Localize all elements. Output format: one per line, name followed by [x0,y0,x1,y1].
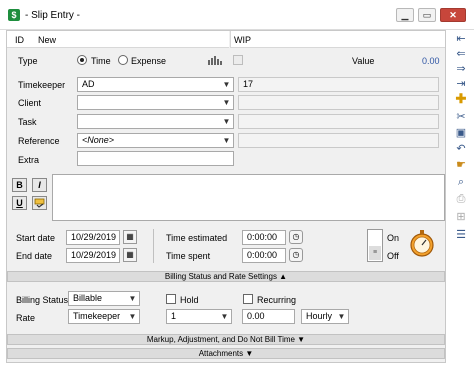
italic-button[interactable]: I [32,178,47,192]
undo-icon[interactable]: ↶ [454,142,468,156]
client-label: Client [18,98,42,108]
cut-icon[interactable]: ✂ [454,110,468,124]
timekeeper-value: AD [82,79,95,89]
billing-section-header[interactable]: Billing Status and Rate Settings ▲ [7,271,445,282]
type-expense-label: Expense [131,56,167,66]
chevron-down-icon[interactable]: ▼ [220,78,233,91]
previous-record-icon[interactable]: ⇐ [454,47,468,61]
chevron-down-icon[interactable]: ▼ [335,310,348,323]
rate-amount-input[interactable]: 0.00 [242,309,295,324]
app-icon: $ [8,9,20,21]
reference-select[interactable]: <None> [77,133,234,148]
spellcheck-icon[interactable] [32,196,47,210]
add-icon[interactable]: ✚ [454,92,468,106]
timekeeper-name-field: 17 [238,77,439,92]
reference-name-field [238,133,439,148]
wip-checkbox[interactable] [233,55,243,65]
billing-status-value: Billable [73,293,103,303]
calendar-icon[interactable]: ▦ [123,230,137,244]
attachment-icon[interactable]: ⊞ [454,210,468,224]
attachments-section-header[interactable]: Attachments ▼ [7,348,445,359]
divider [153,229,154,263]
save-icon[interactable]: ▣ [454,126,468,140]
start-date-input[interactable]: 10/29/2019 [66,230,120,245]
rate-source-value: Timekeeper [73,311,121,321]
calculator-icon[interactable] [208,56,222,65]
time-spent-label: Time spent [166,251,211,261]
clock-icon[interactable]: ◷ [289,248,303,262]
task-name-field [238,114,439,129]
chevron-down-icon[interactable]: ▼ [220,115,233,128]
type-expense-radio[interactable] [118,55,128,65]
id-label: ID [15,35,24,45]
reference-value: <None> [82,135,115,145]
chevron-down-icon[interactable]: ▼ [220,134,233,147]
task-label: Task [18,117,37,127]
client-select[interactable] [77,95,234,110]
recurring-label: Recurring [257,295,297,305]
value-label: Value [352,56,375,66]
print-icon[interactable]: ⎙ [454,192,468,206]
right-toolbar: ⇤ ⇐ ⇒ ⇥ ✚ ✂ ▣ ↶ ☛ ⌕ ⎙ ⊞ ☰ [451,30,472,250]
chevron-down-icon[interactable]: ▼ [220,96,233,109]
chevron-down-icon[interactable]: ▼ [126,292,139,305]
end-date-label: End date [16,251,53,261]
timekeeper-code: 17 [243,79,254,89]
time-estimated-input[interactable]: 0:00:00 [242,230,286,245]
description-textarea[interactable] [52,174,445,221]
first-record-icon[interactable]: ⇤ [454,32,468,46]
transfer-icon[interactable]: ☛ [454,158,468,172]
underline-button[interactable]: U [12,196,27,210]
client-name-field [238,95,439,110]
window-title: - Slip Entry - [25,10,81,21]
rate-label: Rate [16,313,36,323]
timer-toggle[interactable]: ≡ [367,229,383,262]
timekeeper-label: Timekeeper [18,80,66,90]
search-icon[interactable]: ⌕ [454,175,468,189]
extra-label: Extra [18,155,40,165]
time-spent-input[interactable]: 0:00:00 [242,248,286,263]
recurring-checkbox[interactable] [243,294,253,304]
type-time-radio[interactable] [77,55,87,65]
type-time-label: Time [91,56,111,66]
next-record-icon[interactable]: ⇒ [454,62,468,76]
start-date-label: Start date [16,233,56,243]
reference-label: Reference [18,136,60,146]
maximize-button[interactable]: ▭ [418,8,436,22]
toggle-knob: ≡ [369,246,381,260]
chevron-down-icon[interactable]: ▼ [126,310,139,323]
rate-unit-value: Hourly [306,311,333,321]
markup-section-header[interactable]: Markup, Adjustment, and Do Not Bill Time… [7,334,445,345]
hold-label: Hold [180,295,199,305]
time-estimated-label: Time estimated [166,233,228,243]
settings-icon[interactable]: ☰ [454,228,468,242]
timer-on-label: On [387,233,400,243]
clock-icon[interactable]: ◷ [289,230,303,244]
value-amount: 0.00 [422,56,440,66]
timer-off-label: Off [387,251,399,261]
task-select[interactable] [77,114,234,129]
type-label: Type [18,56,38,66]
last-record-icon[interactable]: ⇥ [454,77,468,91]
rate-level-value: 1 [171,311,177,321]
minimize-button[interactable]: ▁ [396,8,414,22]
stopwatch-icon[interactable] [409,229,435,257]
chevron-down-icon[interactable]: ▼ [218,310,231,323]
billing-status-label: Billing Status [16,295,69,305]
bold-button[interactable]: B [12,178,27,192]
calendar-icon[interactable]: ▦ [123,248,137,262]
wip-label: WIP [234,35,251,45]
extra-input[interactable] [77,151,234,166]
timekeeper-select[interactable]: AD [77,77,234,92]
hold-checkbox[interactable] [166,294,176,304]
id-value: New [38,35,57,45]
close-button[interactable]: ✕ [440,8,466,22]
wip-header [230,31,445,48]
end-date-input[interactable]: 10/29/2019 [66,248,120,263]
